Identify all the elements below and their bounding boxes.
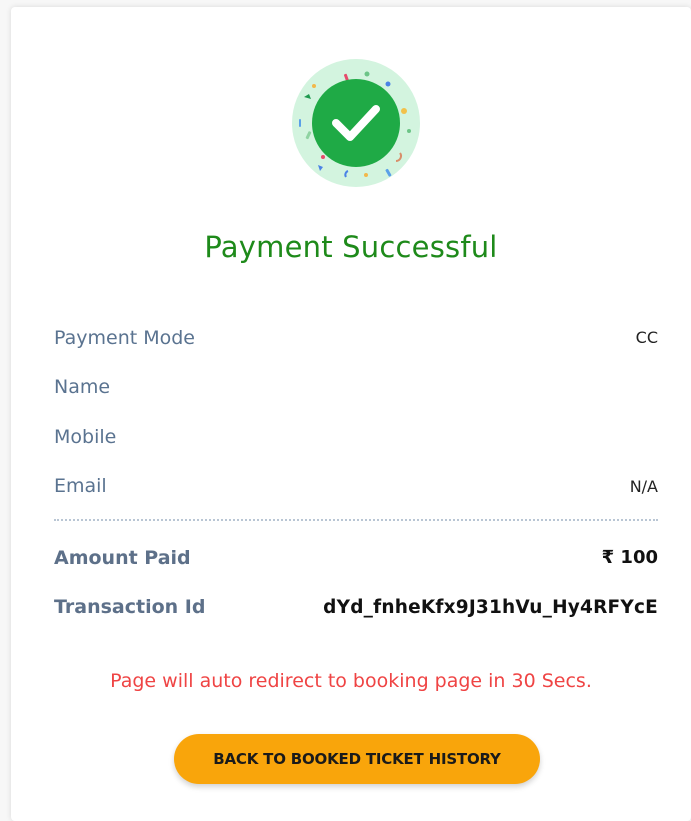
detail-row-email: Email N/A (54, 462, 658, 512)
detail-label: Mobile (54, 425, 117, 448)
amount-paid-value: ₹ 100 (601, 547, 658, 569)
back-to-ticket-history-button[interactable]: BACK TO BOOKED TICKET HISTORY (174, 734, 540, 784)
payment-card: Payment Successful Payment Mode CC Name … (11, 7, 691, 821)
transaction-id-row: Transaction Id dYd_fnheKfx9J31hVu_Hy4RFY… (54, 583, 658, 633)
detail-value: CC (635, 328, 658, 348)
check-circle-icon (292, 59, 420, 187)
transaction-id-value: dYd_fnheKfx9J31hVu_Hy4RFYcE (323, 596, 658, 618)
detail-row-payment-mode: Payment Mode CC (54, 313, 658, 363)
page: Payment Successful Payment Mode CC Name … (0, 0, 691, 821)
transaction-id-label: Transaction Id (54, 596, 206, 619)
detail-label: Payment Mode (54, 326, 195, 349)
detail-value: N/A (629, 476, 658, 496)
detail-row-name: Name (54, 363, 658, 413)
redirect-message: Page will auto redirect to booking page … (110, 670, 592, 692)
page-title: Payment Successful (204, 230, 498, 264)
amount-paid-row: Amount Paid ₹ 100 (54, 533, 658, 583)
detail-label: Email (54, 475, 107, 498)
detail-label: Name (54, 376, 111, 399)
amount-paid-label: Amount Paid (54, 546, 191, 569)
payment-details: Payment Mode CC Name Mobile Email N/A Am… (54, 313, 658, 632)
success-badge (290, 57, 422, 189)
detail-row-mobile: Mobile (54, 412, 658, 462)
dotted-divider (54, 519, 658, 521)
